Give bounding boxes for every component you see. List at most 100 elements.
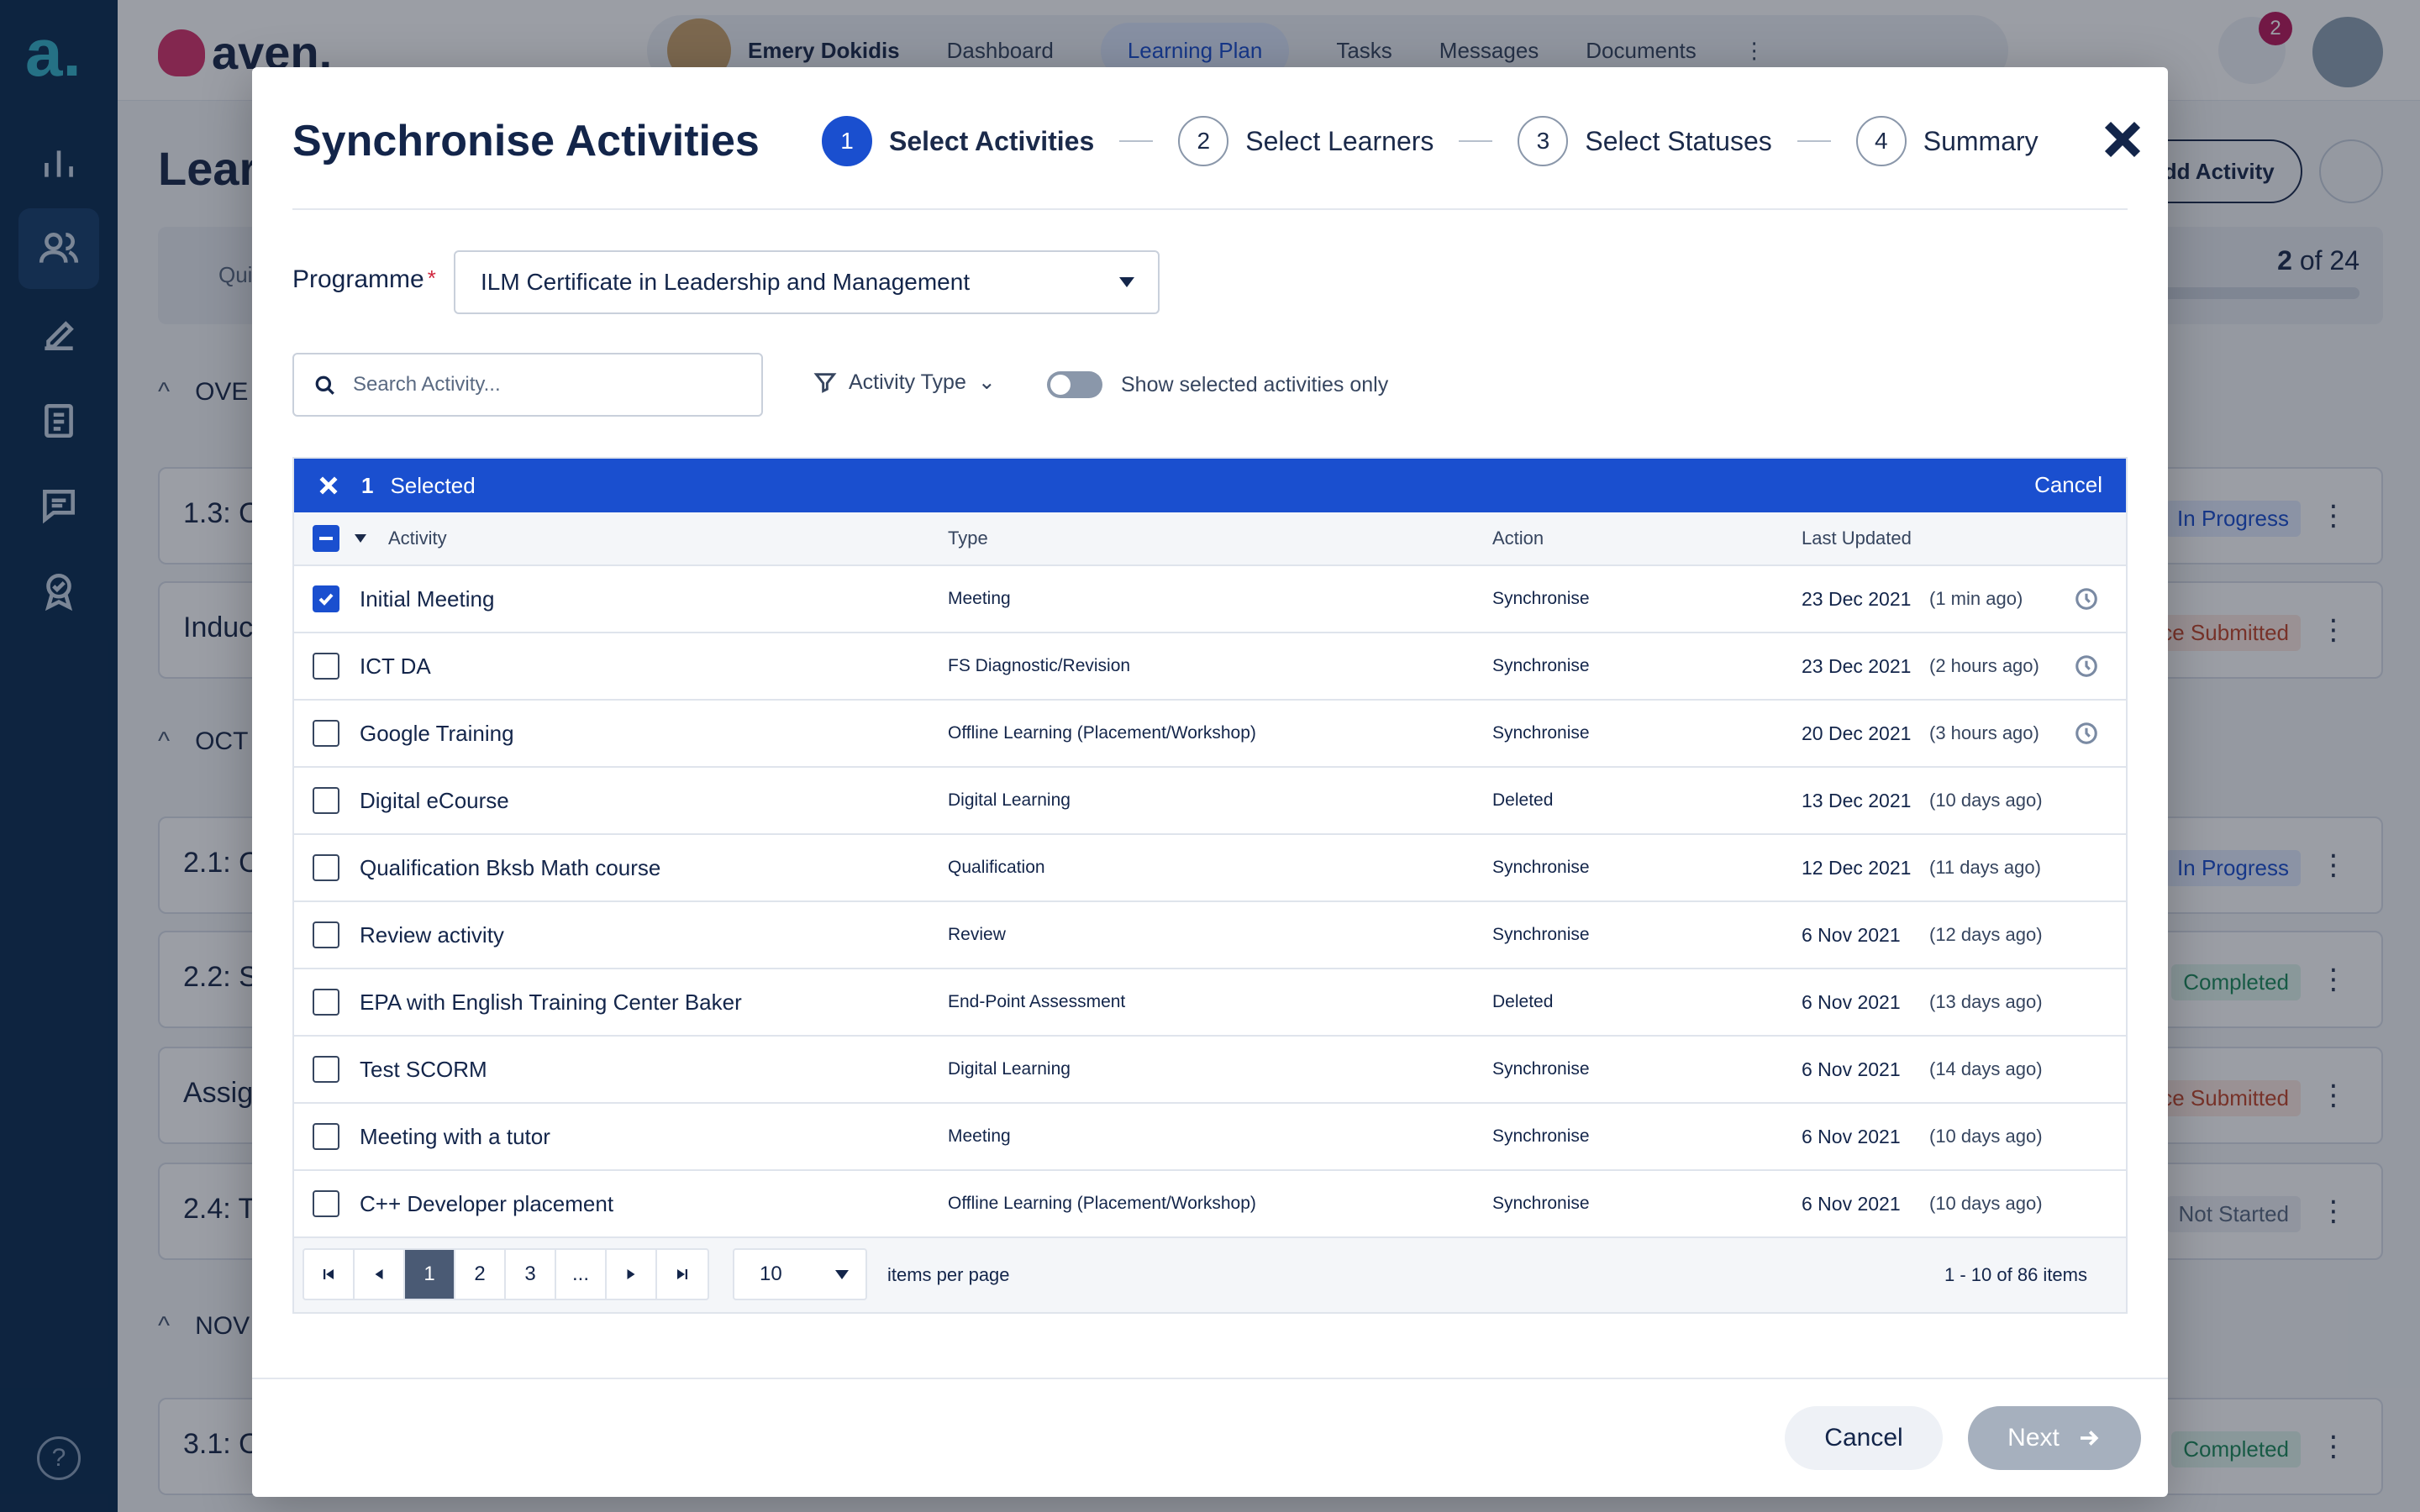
search-activity-input[interactable] [353, 366, 748, 403]
row-checkbox[interactable] [313, 585, 339, 612]
first-page-button[interactable] [304, 1250, 355, 1299]
selected-text: Selected [390, 472, 476, 498]
row-date: 23 Dec 2021 [1802, 654, 1912, 677]
row-checkbox[interactable] [313, 653, 339, 680]
step-separator [1119, 140, 1154, 142]
row-activity: Google Training [360, 720, 514, 746]
row-action: Synchronise [1492, 1059, 1590, 1079]
table-row[interactable]: ICT DA FS Diagnostic/Revision Synchronis… [294, 633, 2126, 701]
row-type: Meeting [948, 1126, 1011, 1146]
row-date: 13 Dec 2021 [1802, 789, 1912, 811]
selection-cancel-link[interactable]: Cancel [2034, 472, 2102, 498]
table-row[interactable]: Digital eCourse Digital Learning Deleted… [294, 768, 2126, 835]
cancel-button[interactable]: Cancel [1785, 1406, 1943, 1470]
show-selected-label: Show selected activities only [1121, 373, 1389, 396]
table-row[interactable]: Qualification Bksb Math course Qualifica… [294, 835, 2126, 902]
col-header-action[interactable]: Action [1492, 528, 1544, 549]
wizard-steps: 1 Select Activities 2 Select Learners 3 … [822, 116, 2039, 166]
items-per-page-select[interactable]: 10 [733, 1248, 867, 1300]
row-action: Synchronise [1492, 1126, 1590, 1146]
step-label: Select Learners [1245, 125, 1434, 156]
step-summary[interactable]: 4 Summary [1855, 116, 2039, 166]
checkbox-unchecked [313, 1190, 339, 1217]
row-ago: (10 days ago) [1929, 1193, 2043, 1214]
col-header-last-updated[interactable]: Last Updated [1802, 528, 1912, 549]
row-date: 6 Nov 2021 [1802, 1125, 1901, 1147]
step-number: 1 [822, 116, 872, 166]
checkbox-checked [313, 585, 339, 612]
table-row[interactable]: EPA with English Training Center Baker E… [294, 969, 2126, 1037]
step-number: 2 [1178, 116, 1229, 166]
row-ago: (12 days ago) [1929, 924, 2043, 945]
page-3-button[interactable]: 3 [506, 1250, 556, 1299]
table-row[interactable]: Initial Meeting Meeting Synchronise 23 D… [294, 566, 2126, 633]
history-clock-icon[interactable] [2074, 586, 2099, 612]
step-select-learners[interactable]: 2 Select Learners [1178, 116, 1434, 166]
page-2-button[interactable]: 2 [455, 1250, 506, 1299]
row-checkbox[interactable] [313, 921, 339, 948]
history-clock-icon[interactable] [2074, 654, 2099, 679]
search-icon [315, 375, 334, 395]
table-row[interactable]: Google Training Offline Learning (Placem… [294, 701, 2126, 768]
clock-icon [2075, 722, 2097, 744]
row-checkbox[interactable] [313, 1190, 339, 1217]
step-label: Select Statuses [1585, 125, 1772, 156]
history-clock-icon[interactable] [2074, 721, 2099, 746]
sort-caret-icon[interactable] [355, 534, 366, 543]
row-activity: EPA with English Training Center Baker [360, 989, 742, 1015]
col-header-type[interactable]: Type [948, 528, 988, 549]
table-row[interactable]: Test SCORM Digital Learning Synchronise … [294, 1037, 2126, 1104]
row-activity: Meeting with a tutor [360, 1123, 550, 1149]
caret-down-icon [1119, 277, 1134, 287]
row-ago: (11 days ago) [1929, 857, 2041, 878]
row-activity: Test SCORM [360, 1056, 487, 1082]
step-separator [1459, 140, 1493, 142]
row-ago: (10 days ago) [1929, 1126, 2043, 1147]
page-ellipsis-button[interactable]: ... [556, 1250, 607, 1299]
step-label: Summary [1923, 125, 2039, 156]
row-action: Synchronise [1492, 589, 1590, 608]
step-separator [1797, 140, 1831, 142]
row-type: FS Diagnostic/Revision [948, 656, 1131, 675]
row-type: Qualification [948, 858, 1045, 877]
last-page-button[interactable] [657, 1250, 708, 1299]
next-button[interactable]: Next [1968, 1406, 2141, 1470]
select-all-checkbox[interactable] [313, 525, 339, 552]
clear-selection-icon[interactable] [316, 473, 341, 498]
checkbox-unchecked [313, 1056, 339, 1083]
activity-type-filter[interactable]: Activity Type ⌄ [813, 370, 996, 395]
programme-select[interactable]: ILM Certificate in Leadership and Manage… [454, 250, 1160, 314]
page-buttons: 1 2 3 ... [302, 1248, 709, 1300]
row-date: 6 Nov 2021 [1802, 1192, 1901, 1215]
checkbox-unchecked [313, 854, 339, 881]
row-checkbox[interactable] [313, 854, 339, 881]
step-select-activities[interactable]: 1 Select Activities [822, 116, 1094, 166]
table-row[interactable]: C++ Developer placement Offline Learning… [294, 1171, 2126, 1238]
search-activity-box [292, 353, 763, 417]
table-row[interactable]: Review activity Review Synchronise 6 Nov… [294, 902, 2126, 969]
row-ago: (1 min ago) [1929, 588, 2023, 609]
prev-page-button[interactable] [355, 1250, 405, 1299]
step-select-statuses[interactable]: 3 Select Statuses [1518, 116, 1772, 166]
row-checkbox[interactable] [313, 787, 339, 814]
row-checkbox[interactable] [313, 1056, 339, 1083]
close-icon[interactable] [2097, 114, 2148, 165]
page-1-button[interactable]: 1 [405, 1250, 455, 1299]
close-icon-glyph [2104, 121, 2141, 158]
show-selected-toggle[interactable] [1047, 371, 1102, 398]
row-checkbox[interactable] [313, 989, 339, 1016]
row-checkbox[interactable] [313, 1123, 339, 1150]
table-header: Activity Type Action Last Updated [294, 512, 2126, 566]
row-checkbox[interactable] [313, 720, 339, 747]
checkbox-unchecked [313, 921, 339, 948]
row-activity: ICT DA [360, 653, 431, 679]
col-header-activity[interactable]: Activity [388, 528, 447, 549]
row-action: Synchronise [1492, 1194, 1590, 1213]
row-date: 23 Dec 2021 [1802, 587, 1912, 610]
synchronise-activities-modal: Synchronise Activities 1 Select Activiti… [252, 67, 2168, 1497]
row-date: 6 Nov 2021 [1802, 923, 1901, 946]
table-row[interactable]: Meeting with a tutor Meeting Synchronise… [294, 1104, 2126, 1171]
next-page-button[interactable] [607, 1250, 657, 1299]
clock-icon [2075, 655, 2097, 677]
row-activity: Qualification Bksb Math course [360, 854, 661, 880]
